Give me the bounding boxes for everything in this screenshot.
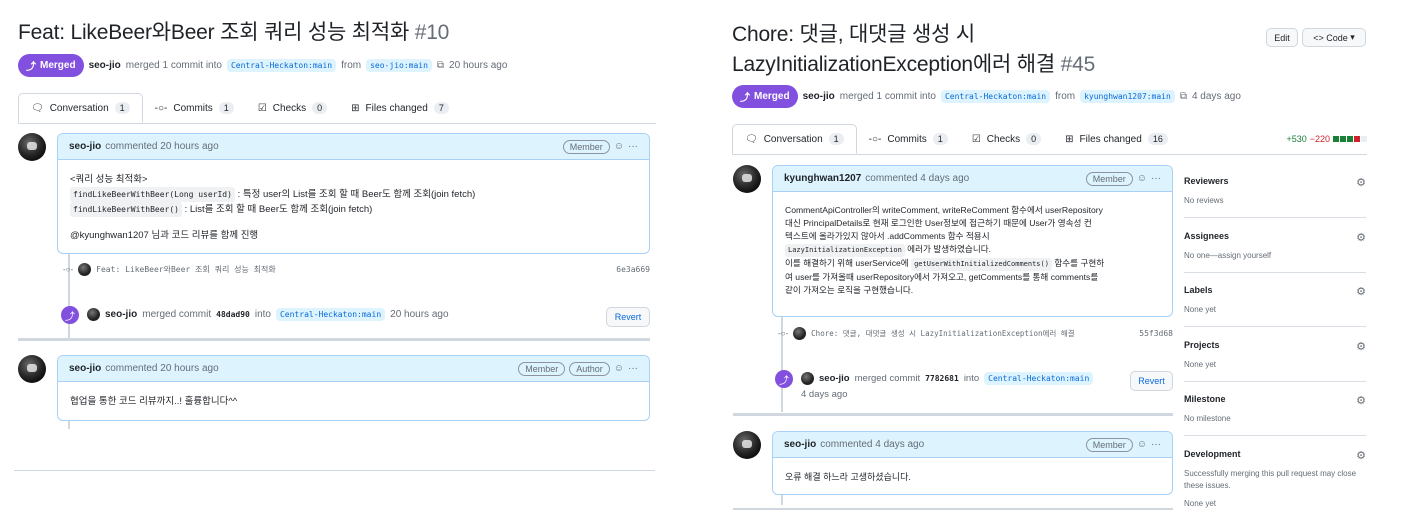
comment-box: seo-jio commented 20 hours ago Member ☺ ··· … (57, 133, 650, 254)
avatar (801, 372, 814, 385)
tab-commits[interactable]: -○- Commits 1 (857, 124, 960, 154)
left-pr-panel: Feat: LikeBeer와Beer 조회 쿼리 성능 최적화 #10 ⤴ Me… (0, 0, 670, 529)
code-button[interactable]: <> Code ▾ (1302, 28, 1366, 47)
gear-icon[interactable]: ⚙ (1356, 394, 1366, 407)
role-badge: Member (562, 139, 610, 154)
comment-body: 오류 해결 하느라 고생하셨습니다. (785, 472, 911, 482)
emoji-icon[interactable]: ☺ (614, 141, 624, 152)
gear-icon[interactable]: ⚙ (1356, 176, 1366, 189)
author-link[interactable]: seo-jio (89, 60, 121, 71)
avatar (793, 327, 807, 340)
tab-checks[interactable]: ☑ Checks 0 (960, 124, 1053, 154)
file-diff-icon: ⊞ (351, 102, 360, 114)
comment-icon: 🗨 (31, 102, 44, 114)
sidebar-reviewers: Reviewers ⚙ No reviews (1184, 176, 1366, 218)
more-icon[interactable]: ··· (1151, 173, 1161, 184)
merge-event: seo-jio merged commit 7782681 into Central-H… (801, 372, 1094, 385)
commit-icon: -○- (154, 102, 168, 114)
gear-icon[interactable]: ⚙ (1356, 340, 1366, 353)
revert-button[interactable]: Revert (1130, 371, 1173, 391)
avatar[interactable] (733, 165, 761, 193)
comment-icon: 🗨 (745, 133, 758, 145)
status-badge: ⤴ Merged (18, 54, 84, 77)
commit-icon: -○- (868, 133, 882, 145)
merge-icon: ⤴ (740, 93, 750, 104)
avatar[interactable] (18, 133, 46, 161)
page-title: Feat: LikeBeer와Beer 조회 쿼리 성능 최적화 #10 (18, 21, 450, 44)
comment-body: 협업을 통한 코드 리뷰까지..! 훌륭합니다^^ (70, 396, 238, 407)
checks-icon: ☑ (971, 133, 981, 145)
sidebar-assignees: Assignees ⚙ No one—assign yourself (1184, 231, 1366, 273)
head-branch[interactable]: seo-jio:main (366, 59, 432, 72)
commit-sha[interactable]: 55f3d68 (1139, 329, 1173, 338)
checks-icon: ☑ (257, 102, 267, 114)
gear-icon[interactable]: ⚙ (1356, 231, 1366, 244)
code-icon: <> (1313, 32, 1327, 43)
pr-tabs: 🗨 Conversation 1 -○- Commits 1 ☑ Checks 0 ⊞ Fil… (732, 124, 1367, 155)
emoji-icon[interactable]: ☺ (1137, 439, 1147, 450)
status-badge: ⤴ Merged (732, 85, 798, 108)
avatar[interactable] (18, 355, 46, 383)
emoji-icon[interactable]: ☺ (614, 363, 624, 374)
copy-icon: ⧉ (436, 60, 445, 71)
avatar (87, 308, 100, 321)
tab-conversation[interactable]: 🗨 Conversation 1 (18, 93, 143, 123)
pr-meta: ⤴ Merged seo-jio merged 1 commit into Cent… (18, 54, 507, 77)
more-icon[interactable]: ··· (628, 141, 638, 152)
pr-tabs: 🗨 Conversation 1 -○- Commits 1 ☑ Checks 0 ⊞ Fil… (18, 93, 656, 124)
diffstat: +530 −220 (1286, 124, 1367, 154)
tab-files-changed[interactable]: ⊞ Files changed 7 (339, 93, 461, 123)
commit-icon: -○- (778, 329, 789, 338)
divider (18, 338, 650, 341)
comment-box: seo-jio commented 4 days ago Member ☺ ··· 오류… (772, 431, 1173, 495)
diffstat-bar (1333, 136, 1367, 142)
avatar (78, 263, 92, 276)
right-pr-panel: Chore: 댓글, 대댓글 생성 시 LazyInitializationExc… (718, 0, 1401, 529)
comment-body: <쿼리 성능 최적화> findLikeBeerWithBeer(Long us… (70, 174, 476, 241)
commit-icon: -○- (63, 265, 74, 274)
commit-sha[interactable]: 6e3a669 (616, 265, 650, 274)
sidebar-milestone: Milestone ⚙ No milestone (1184, 394, 1366, 436)
pr-meta: ⤴ Merged seo-jio merged 1 commit into Cent… (732, 85, 1241, 108)
tab-checks[interactable]: ☑ Checks 0 (246, 93, 339, 123)
chevron-down-icon: ▾ (1347, 32, 1355, 42)
head-branch[interactable]: kyunghwan1207:main (1080, 90, 1175, 103)
tab-files-changed[interactable]: ⊞ Files changed 16 (1053, 124, 1180, 154)
comment-body: CommentApiController의 writeComment, writ… (785, 205, 1105, 295)
divider (14, 470, 655, 471)
sidebar-labels: Labels ⚙ None yet (1184, 285, 1366, 327)
author-link[interactable]: seo-jio (803, 91, 835, 102)
comment-box: kyunghwan1207 commented 4 days ago Member ☺… (772, 165, 1173, 317)
merge-icon: ⤴ (26, 62, 36, 73)
copy-icon: ⧉ (1179, 91, 1187, 102)
avatar[interactable] (733, 431, 761, 459)
divider (733, 413, 1173, 416)
base-branch[interactable]: Central-Heckaton:main (940, 90, 1051, 103)
sidebar-development: Development ⚙ Successfully merging this pu… (1184, 449, 1366, 508)
page-title: Chore: 댓글, 대댓글 생성 시 LazyInitializationExc… (732, 23, 1096, 76)
commit-row: -○- Feat: LikeBeer와Beer 조회 쿼리 성능 최적화 6e3a6… (63, 263, 650, 276)
more-icon[interactable]: ··· (628, 363, 638, 374)
tab-conversation[interactable]: 🗨 Conversation 1 (732, 124, 857, 154)
base-branch[interactable]: Central-Heckaton:main (226, 59, 337, 72)
comment-box: seo-jio commented 20 hours ago Member Autho… (57, 355, 650, 421)
revert-button[interactable]: Revert (606, 307, 650, 327)
tab-commits[interactable]: -○- Commits 1 (143, 93, 246, 123)
sidebar-projects: Projects ⚙ None yet (1184, 340, 1366, 382)
edit-button[interactable]: Edit (1266, 28, 1298, 47)
gear-icon[interactable]: ⚙ (1356, 449, 1366, 462)
emoji-icon[interactable]: ☺ (1137, 173, 1147, 184)
merge-icon: ⤴ (775, 370, 793, 388)
merge-icon: ⤴ (61, 306, 79, 324)
comment-header: seo-jio commented 20 hours ago Member ☺ ··· (58, 134, 649, 160)
gear-icon[interactable]: ⚙ (1356, 285, 1366, 298)
merge-event: seo-jio merged commit 48dad90 into Central-H… (87, 308, 449, 321)
commit-row: -○- Chore: 댓글, 대댓글 생성 시 LazyInitializatio… (778, 327, 1173, 340)
more-icon[interactable]: ··· (1151, 439, 1161, 450)
file-diff-icon: ⊞ (1065, 133, 1074, 145)
